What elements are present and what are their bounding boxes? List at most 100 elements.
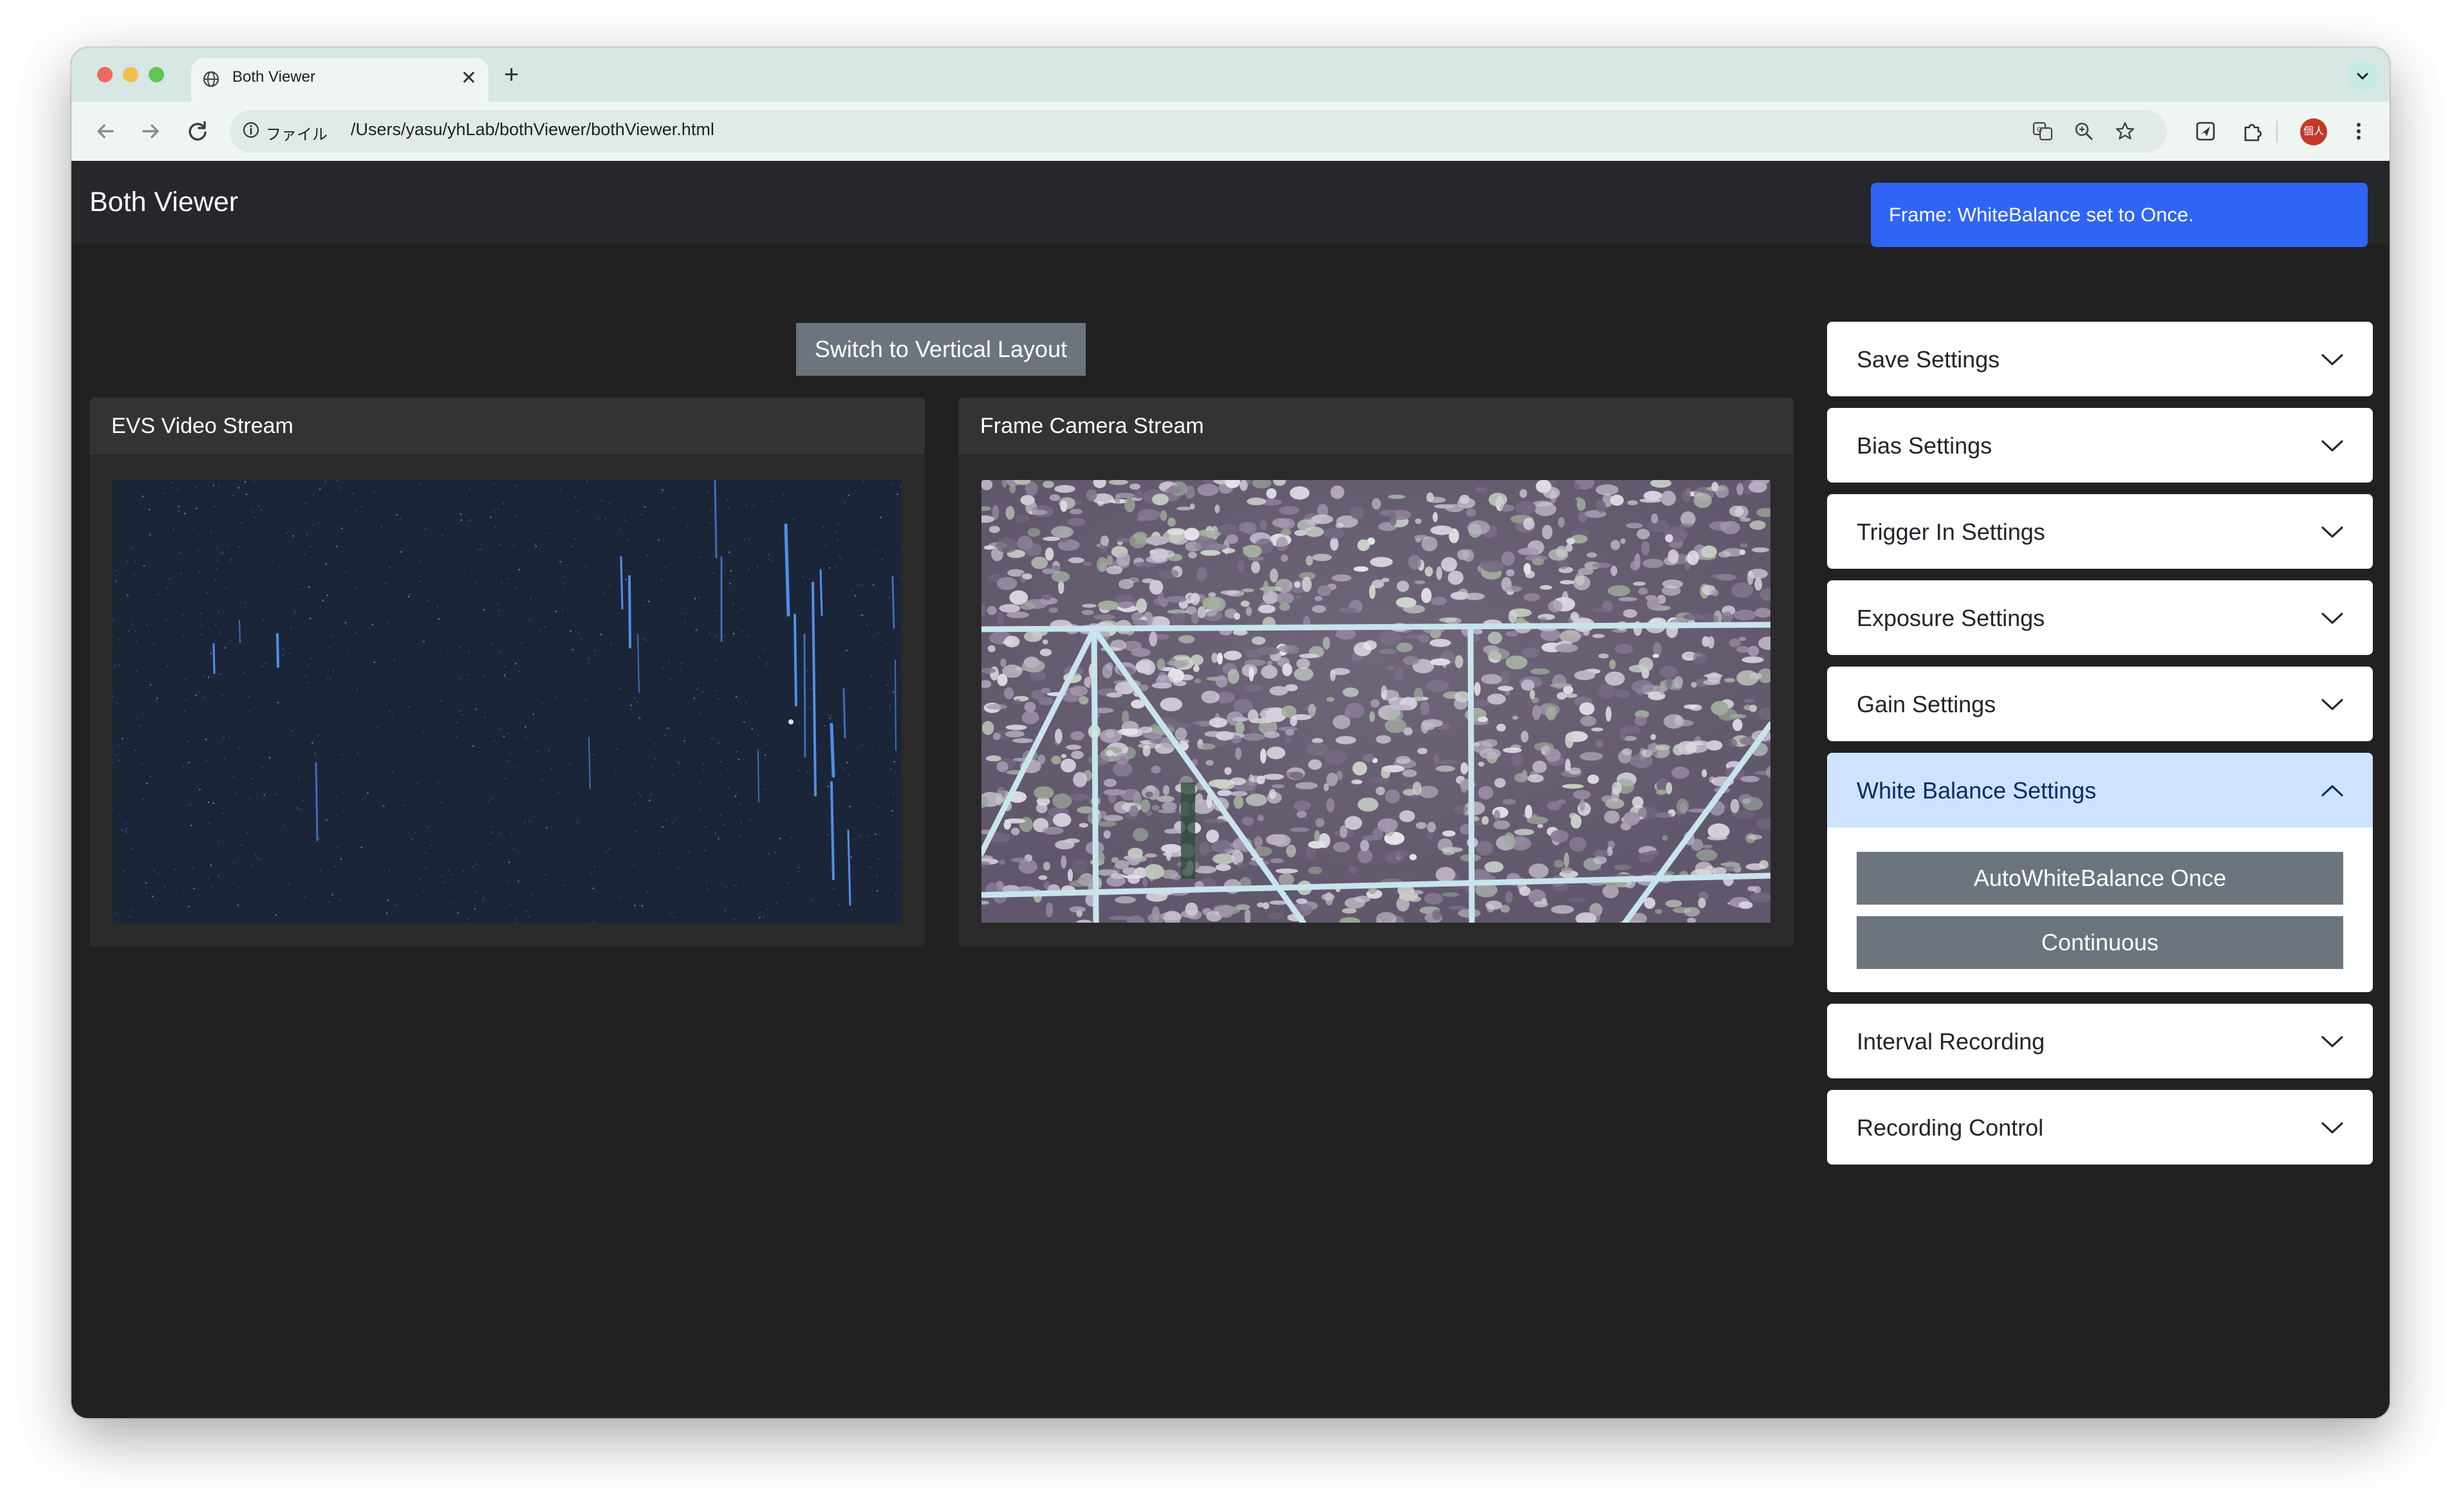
evs-noise-event	[734, 919, 736, 920]
evs-noise-event	[627, 540, 629, 542]
back-arrow-icon[interactable]	[87, 113, 123, 149]
evs-noise-event	[241, 522, 243, 524]
minimize-window-button[interactable]	[123, 67, 138, 82]
evs-noise-event	[304, 553, 306, 555]
accordion-header[interactable]: Bias Settings	[1827, 408, 2373, 483]
evs-noise-event	[192, 867, 194, 869]
accordion-header[interactable]: Trigger In Settings	[1827, 494, 2373, 569]
browser-tab[interactable]: Both Viewer ✕	[191, 58, 488, 102]
evs-noise-event	[678, 762, 680, 764]
info-icon[interactable]	[241, 120, 261, 140]
accordion-trigger-in-settings[interactable]: Trigger In Settings	[1827, 494, 2373, 569]
evs-noise-event	[145, 882, 147, 884]
evs-noise-event	[195, 694, 197, 696]
evs-noise-event	[483, 535, 485, 537]
accordion-header[interactable]: Save Settings	[1827, 322, 2373, 396]
evs-noise-event	[333, 669, 334, 671]
auto-white-balance-once-button[interactable]: AutoWhiteBalance Once	[1857, 852, 2343, 905]
accordion-header[interactable]: Gain Settings	[1827, 667, 2373, 741]
switch-layout-button[interactable]: Switch to Vertical Layout	[796, 323, 1086, 376]
evs-noise-event	[859, 614, 861, 616]
close-window-button[interactable]	[97, 67, 113, 82]
accordion-label: White Balance Settings	[1857, 777, 2097, 804]
evs-noise-event	[228, 737, 230, 739]
evs-noise-event	[223, 736, 225, 738]
evs-noise-event	[593, 866, 595, 868]
evs-noise-event	[174, 869, 176, 871]
evs-noise-event	[491, 798, 493, 800]
evs-noise-event	[275, 793, 277, 795]
accordion-header[interactable]: Recording Control	[1827, 1090, 2373, 1165]
reload-icon[interactable]	[180, 113, 216, 149]
profile-avatar[interactable]: 個人	[2300, 118, 2327, 145]
file-chip[interactable]: ファイル	[266, 122, 328, 144]
evs-noise-event	[695, 629, 697, 631]
evs-noise-event	[113, 619, 115, 621]
evs-noise-event	[600, 500, 602, 502]
evs-noise-event	[184, 513, 186, 515]
evs-noise-event	[118, 639, 120, 641]
evs-noise-event	[132, 547, 133, 548]
evs-noise-event	[827, 714, 829, 715]
evs-noise-event	[180, 552, 181, 554]
evs-noise-event	[655, 758, 656, 760]
accordion-save-settings[interactable]: Save Settings	[1827, 322, 2373, 396]
accordion-header[interactable]: Exposure Settings	[1827, 580, 2373, 655]
plus-icon[interactable]: +	[504, 59, 519, 90]
evs-noise-event	[669, 913, 671, 915]
evs-noise-event	[871, 750, 873, 751]
accordion-interval-recording[interactable]: Interval Recording	[1827, 1004, 2373, 1078]
evs-stream-card: EVS Video Stream	[89, 398, 925, 947]
accordion-recording-control[interactable]: Recording Control	[1827, 1090, 2373, 1165]
evs-noise-event	[609, 502, 611, 504]
evs-noise-event	[702, 763, 704, 765]
accordion-header[interactable]: White Balance Settings	[1827, 753, 2373, 827]
evs-noise-event	[306, 665, 308, 667]
evs-noise-event	[501, 582, 503, 584]
evs-noise-event	[182, 615, 184, 616]
accordion-white-balance-settings[interactable]: White Balance Settings AutoWhiteBalance …	[1827, 753, 2373, 992]
extensions-icon[interactable]	[2240, 120, 2263, 143]
star-icon[interactable]	[2114, 120, 2136, 142]
white-balance-continuous-button[interactable]: Continuous	[1857, 916, 2343, 969]
evs-noise-event	[494, 509, 496, 511]
evs-noise-event	[450, 873, 452, 875]
evs-noise-event	[169, 578, 171, 580]
evs-noise-event	[195, 486, 197, 488]
evs-noise-event	[261, 665, 263, 667]
evs-noise-event	[458, 679, 460, 681]
evs-noise-event	[419, 483, 420, 484]
evs-noise-event	[851, 589, 853, 591]
accordion-header[interactable]: Interval Recording	[1827, 1004, 2373, 1078]
evs-noise-event	[409, 593, 411, 595]
evs-noise-event	[581, 638, 582, 640]
tab-search-button[interactable]	[2347, 60, 2378, 91]
url-text[interactable]: /Users/yasu/yhLab/bothViewer/bothViewer.…	[351, 120, 714, 140]
send-icon[interactable]	[2194, 120, 2217, 143]
accordion-gain-settings[interactable]: Gain Settings	[1827, 667, 2373, 741]
evs-noise-event	[658, 539, 660, 540]
evs-noise-event	[861, 743, 863, 745]
evs-noise-event	[762, 649, 764, 650]
evs-noise-event	[259, 858, 261, 860]
evs-noise-event	[524, 822, 526, 824]
evs-noise-event	[223, 813, 225, 815]
forward-arrow-icon[interactable]	[133, 113, 169, 149]
accordion-bias-settings[interactable]: Bias Settings	[1827, 408, 2373, 483]
evs-noise-event	[224, 757, 226, 759]
evs-noise-event	[497, 604, 499, 605]
maximize-window-button[interactable]	[149, 67, 164, 82]
accordion-exposure-settings[interactable]: Exposure Settings	[1827, 580, 2373, 655]
evs-noise-event	[720, 814, 722, 816]
address-bar[interactable]: ファイル /Users/yasu/yhLab/bothViewer/bothVi…	[230, 110, 2167, 152]
evs-noise-event	[488, 800, 490, 802]
evs-noise-event	[330, 636, 332, 638]
evs-noise-event	[578, 632, 580, 634]
translate-icon[interactable]: G	[2032, 120, 2054, 142]
evs-noise-event	[396, 903, 398, 905]
evs-noise-event	[185, 699, 187, 701]
menu-dots-icon[interactable]	[2347, 120, 2370, 143]
evs-noise-event	[854, 595, 856, 596]
zoom-icon[interactable]	[2073, 120, 2095, 142]
close-icon[interactable]: ✕	[461, 66, 477, 91]
